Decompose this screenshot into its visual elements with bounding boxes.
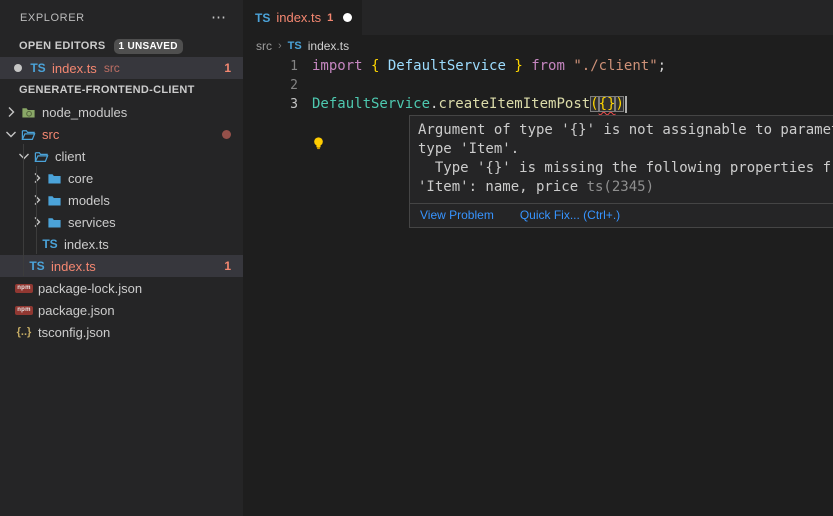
tree-item-label: core — [68, 171, 93, 186]
line-number[interactable]: 1 — [243, 57, 298, 76]
code-token: "./client" — [573, 58, 657, 74]
code-token — [363, 58, 371, 74]
breadcrumb-folder[interactable]: src — [256, 39, 272, 53]
tab-title: index.ts — [276, 10, 321, 25]
error-code: ts(2345) — [587, 179, 654, 195]
indent-guide — [36, 166, 37, 254]
tree-item-label: client — [55, 149, 85, 164]
view-problem-link[interactable]: View Problem — [420, 208, 494, 222]
modified-dot-icon[interactable] — [14, 64, 22, 72]
tree-item-label: index.ts — [64, 237, 109, 252]
lightbulb-icon[interactable] — [311, 136, 326, 151]
code-token: DefaultService — [312, 96, 430, 112]
code-token: } — [514, 58, 522, 74]
tooltip-line: type 'Item'. — [418, 140, 833, 159]
ts-icon: TS — [28, 259, 46, 273]
open-editor-description: src — [104, 61, 120, 75]
npm-icon: npm — [15, 284, 33, 293]
vscode-window: EXPLORER ⋯ OPEN EDITORS 1 UNSAVED TS ind… — [0, 0, 833, 516]
code-token: ; — [658, 58, 666, 74]
tree-item-label: package.json — [38, 303, 115, 318]
folder-open-icon — [32, 149, 50, 164]
tooltip-line: Argument of type '{}' is not assignable … — [418, 121, 833, 140]
explorer-title: EXPLORER — [20, 12, 207, 24]
folder-icon — [45, 171, 63, 186]
chevron-right-icon — [29, 170, 45, 186]
unsaved-count-badge: 1 UNSAVED — [114, 39, 183, 54]
breadcrumb-file[interactable]: index.ts — [308, 39, 349, 53]
editor-group: TS index.ts 1 src › TS index.ts 1import … — [243, 0, 833, 516]
chevron-right-icon — [29, 214, 45, 230]
tree-item-label: package-lock.json — [38, 281, 142, 296]
tooltip-line: Type '{}' is missing the following prope… — [418, 159, 833, 178]
workspace-section[interactable]: GENERATE-FRONTEND-CLIENT — [0, 79, 243, 101]
tree-item-package-json[interactable]: npm package.json — [0, 299, 243, 321]
open-editors-section[interactable]: OPEN EDITORS 1 UNSAVED — [0, 35, 243, 57]
code-token: import — [312, 58, 363, 74]
chevron-right-icon — [3, 104, 19, 120]
error-count-badge: 1 — [224, 61, 231, 75]
tree-item-label: models — [68, 193, 110, 208]
code-token: ) — [615, 96, 623, 112]
open-editors-label: OPEN EDITORS — [19, 40, 106, 52]
ts-icon: TS — [288, 40, 302, 52]
npm-icon: npm — [15, 306, 33, 315]
explorer-sidebar: EXPLORER ⋯ OPEN EDITORS 1 UNSAVED TS ind… — [0, 0, 243, 516]
tab-error-count: 1 — [327, 12, 333, 24]
tree-item-package-lock-json[interactable]: npm package-lock.json — [0, 277, 243, 299]
ts-icon: TS — [41, 237, 59, 251]
more-actions-icon[interactable]: ⋯ — [207, 11, 231, 25]
quick-fix-link[interactable]: Quick Fix... (Ctrl+.) — [520, 208, 620, 222]
code-line-1[interactable]: 1import { DefaultService } from "./clien… — [243, 57, 833, 76]
line-number[interactable]: 2 — [243, 76, 298, 95]
code-token: ( — [590, 96, 598, 112]
error-tooltip-message: Argument of type '{}' is not assignable … — [410, 116, 833, 203]
folder-open-icon — [19, 127, 37, 142]
open-editor-item-index-ts[interactable]: TS index.ts src 1 — [0, 57, 243, 79]
braces-icon: {..} — [15, 326, 33, 338]
code-line-3[interactable]: 3DefaultService.createItemItemPost({}) — [243, 95, 833, 114]
chevron-down-icon — [3, 126, 19, 142]
tree-item-label: tsconfig.json — [38, 325, 110, 340]
chevron-down-icon — [16, 148, 32, 164]
text-cursor — [625, 96, 627, 113]
tree-item-label: index.ts — [51, 259, 96, 274]
tab-index-ts[interactable]: TS index.ts 1 — [243, 0, 362, 35]
tree-item-client[interactable]: client — [0, 145, 243, 167]
indent-guide — [23, 144, 24, 276]
code-token: DefaultService — [379, 58, 514, 74]
code-area[interactable]: 1import { DefaultService } from "./clien… — [243, 57, 833, 114]
unsaved-dot-icon[interactable] — [343, 13, 352, 22]
breadcrumb: src › TS index.ts — [243, 35, 833, 57]
chevron-right-icon: › — [278, 40, 282, 52]
explorer-header: EXPLORER ⋯ — [0, 0, 243, 35]
ts-icon: TS — [255, 10, 270, 25]
error-tooltip: Argument of type '{}' is not assignable … — [409, 115, 833, 228]
line-number[interactable]: 3 — [243, 95, 298, 114]
folder-icon — [45, 215, 63, 230]
workspace-label: GENERATE-FRONTEND-CLIENT — [19, 84, 195, 96]
error-tooltip-actions: View Problem Quick Fix... (Ctrl+.) — [410, 203, 833, 227]
open-editor-filename: index.ts — [52, 61, 97, 76]
ts-icon: TS — [29, 61, 47, 75]
code-line-2[interactable]: 2 — [243, 76, 833, 95]
tree-item-label: node_modules — [42, 105, 127, 120]
problem-dot-icon — [222, 130, 231, 139]
code-token: {} — [599, 96, 616, 112]
tree-item-index-ts[interactable]: TS index.ts 1 — [0, 255, 243, 277]
tree-item-node-modules[interactable]: node_modules — [0, 101, 243, 123]
node-modules-folder-icon — [19, 105, 37, 120]
error-count-badge: 1 — [224, 259, 231, 273]
tooltip-line: 'Item': name, price ts(2345) — [418, 178, 833, 197]
code-token — [523, 58, 531, 74]
code-token: from — [531, 58, 565, 74]
tab-strip: TS index.ts 1 — [243, 0, 833, 35]
code-token: createItemItemPost — [438, 96, 590, 112]
chevron-right-icon — [29, 192, 45, 208]
tree-item-label: services — [68, 215, 116, 230]
tree-item-label: src — [42, 127, 59, 142]
tree-item-src[interactable]: src — [0, 123, 243, 145]
tree-item-tsconfig-json[interactable]: {..} tsconfig.json — [0, 321, 243, 343]
folder-icon — [45, 193, 63, 208]
